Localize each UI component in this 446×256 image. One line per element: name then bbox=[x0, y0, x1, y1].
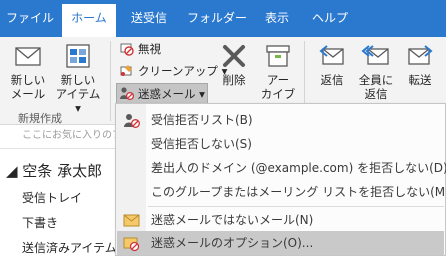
junk-mail-button[interactable]: 迷惑メール ▾ bbox=[116, 83, 208, 105]
account-name[interactable]: ◢ 空条 承太郎 bbox=[6, 160, 102, 181]
tab-help[interactable]: ヘルプ bbox=[302, 0, 358, 37]
menu-item-label: 差出人のドメイン (@example.com) を拒否しない(D) bbox=[151, 161, 446, 175]
reply-all-button[interactable]: 全員に 返信 bbox=[354, 41, 398, 101]
new-mail-button[interactable]: 新しい メール bbox=[6, 41, 50, 101]
reply-button[interactable]: 返信 bbox=[312, 41, 352, 87]
menu-item-label: 受信拒否しない(S) bbox=[151, 137, 252, 151]
new-items-icon bbox=[66, 44, 90, 68]
folder-sent-items[interactable]: 送信済みアイテム bbox=[22, 239, 117, 256]
tab-file[interactable]: ファイル bbox=[0, 0, 60, 37]
cleanup-icon bbox=[120, 65, 132, 76]
menu-item-label: 迷惑メールではないメール(N) bbox=[151, 213, 314, 227]
tab-folder[interactable]: フォルダー bbox=[182, 0, 252, 37]
new-mail-label-1: 新しい bbox=[10, 73, 46, 87]
menu-item-never-block-domain[interactable]: 差出人のドメイン (@example.com) を拒否しない(D) bbox=[117, 156, 446, 180]
menu-item-label: 受信拒否リスト(B) bbox=[151, 113, 253, 127]
archive-label-2: カイブ bbox=[260, 87, 296, 101]
new-group-label: 新規作成 bbox=[18, 112, 62, 125]
reply-all-label-2: 返信 bbox=[364, 87, 388, 101]
forward-button[interactable]: 転送 bbox=[400, 41, 440, 87]
new-mail-icon bbox=[15, 47, 41, 66]
favorites-drop-area[interactable]: ここにお気に入りのフ bbox=[0, 125, 118, 147]
new-mail-label-2: メール bbox=[10, 87, 46, 101]
menu-item-label: このグループまたはメーリング リストを拒否しない(M) bbox=[151, 185, 446, 199]
tab-home[interactable]: ホーム bbox=[62, 4, 116, 37]
menu-item-never-block-sender[interactable]: 受信拒否しない(S) bbox=[117, 132, 444, 156]
junk-options-icon bbox=[123, 237, 140, 252]
ribbon-tab-bar: ファイル ホーム 送受信 フォルダー 表示 ヘルプ bbox=[0, 0, 446, 37]
block-sender-icon bbox=[124, 114, 140, 128]
reply-all-icon bbox=[361, 45, 389, 65]
archive-button[interactable]: アー カイブ bbox=[256, 41, 300, 101]
not-junk-icon bbox=[123, 214, 140, 227]
ignore-icon bbox=[120, 43, 134, 56]
archive-icon bbox=[266, 45, 290, 67]
menu-item-block-sender[interactable]: 受信拒否リスト(B) bbox=[117, 108, 444, 132]
delete-label: 削除 bbox=[222, 73, 246, 87]
folder-drafts[interactable]: 下書き bbox=[22, 214, 58, 231]
tab-send-receive[interactable]: 送受信 bbox=[118, 0, 180, 37]
delete-icon bbox=[223, 45, 245, 67]
ribbon-divider bbox=[110, 41, 111, 121]
junk-mail-icon bbox=[120, 87, 134, 101]
menu-item-never-block-group[interactable]: このグループまたはメーリング リストを拒否しない(M) bbox=[117, 180, 446, 204]
menu-item-label: 迷惑メールのオプション(O)... bbox=[151, 236, 314, 250]
reply-icon bbox=[319, 45, 344, 65]
forward-icon bbox=[408, 45, 433, 65]
ignore-label: 無視 bbox=[138, 42, 161, 56]
junk-mail-menu: 受信拒否リスト(B) 受信拒否しない(S) 差出人のドメイン (@example… bbox=[115, 103, 446, 256]
junk-mail-label: 迷惑メール ▾ bbox=[138, 87, 205, 101]
menu-item-not-junk[interactable]: 迷惑メールではないメール(N) bbox=[117, 208, 444, 232]
folder-inbox[interactable]: 受信トレイ bbox=[22, 189, 82, 206]
reply-label: 返信 bbox=[320, 73, 344, 87]
nav-divider bbox=[0, 148, 118, 149]
new-items-button[interactable]: 新しい アイテム ▾ bbox=[52, 41, 104, 115]
tab-view[interactable]: 表示 bbox=[254, 0, 300, 37]
delete-button[interactable]: 削除 bbox=[214, 41, 254, 87]
new-items-label-1: 新しい bbox=[60, 73, 96, 87]
forward-label: 転送 bbox=[408, 73, 432, 87]
reply-all-label-1: 全員に bbox=[358, 73, 394, 87]
menu-item-junk-options[interactable]: 迷惑メールのオプション(O)... bbox=[117, 231, 444, 255]
archive-label-1: アー bbox=[266, 73, 290, 87]
menu-separator bbox=[148, 206, 444, 207]
